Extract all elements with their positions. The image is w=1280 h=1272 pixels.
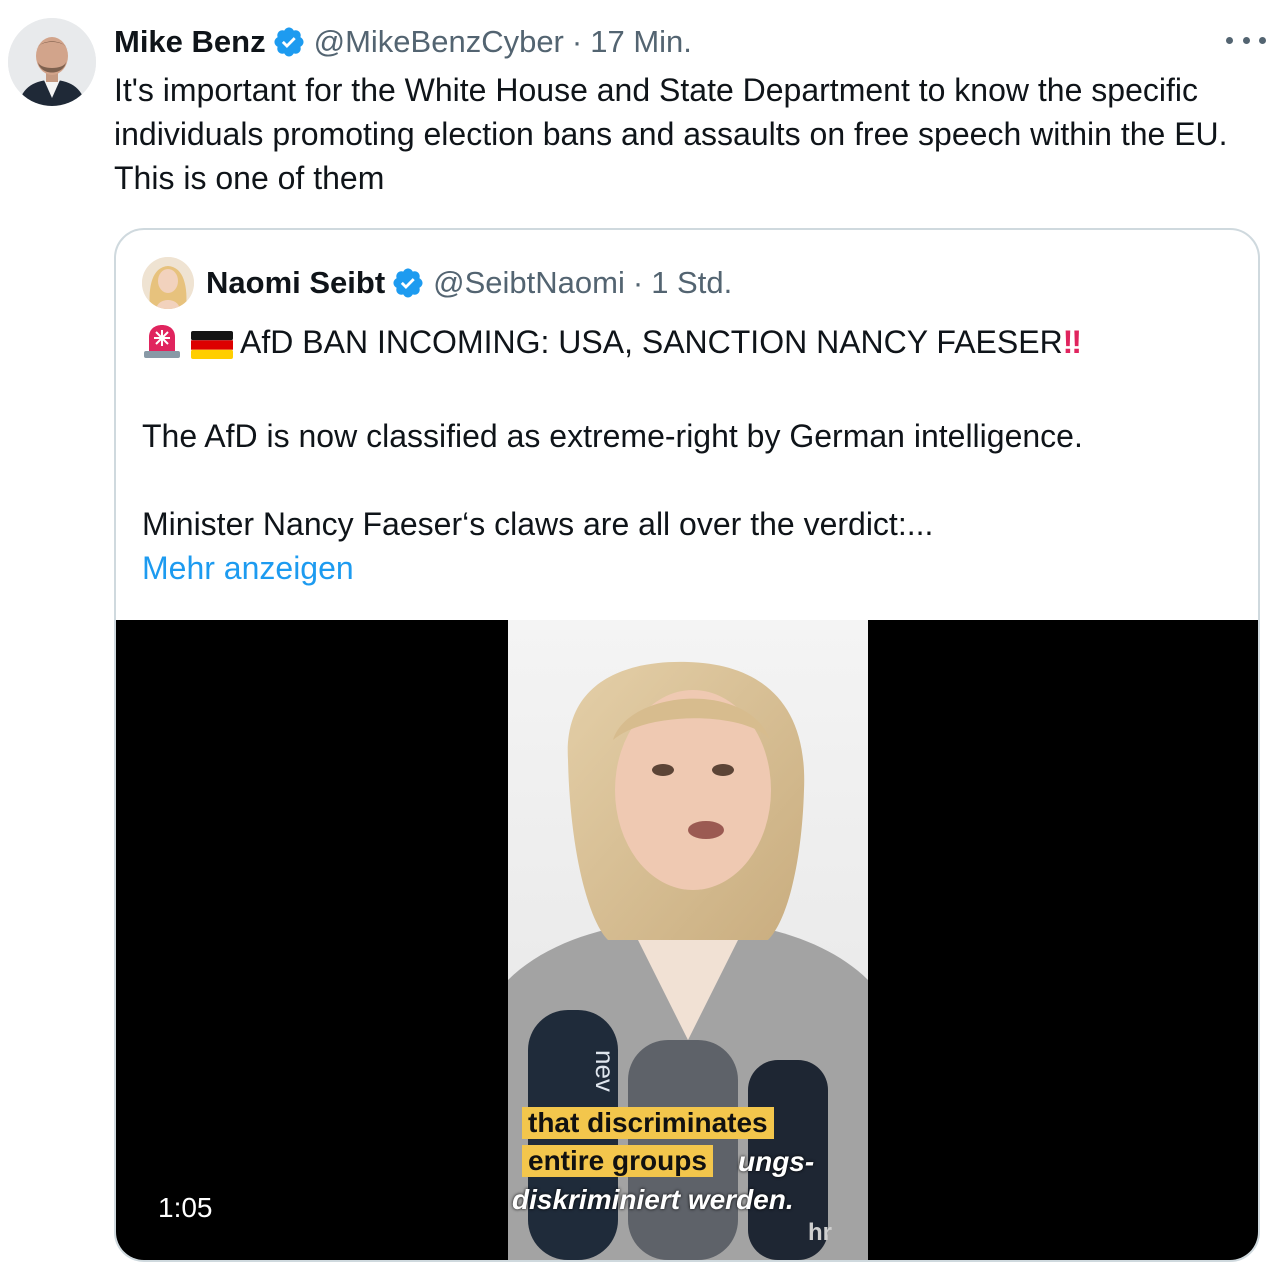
subtitle-en-line-1: that discriminates xyxy=(522,1107,774,1139)
quote-headline: AfD BAN INCOMING: USA, SANCTION NANCY FA… xyxy=(240,324,1063,360)
tweet-text: It's important for the White House and S… xyxy=(114,72,1228,196)
quote-author-handle[interactable]: @SeibtNaomi xyxy=(433,265,625,301)
quote-timestamp[interactable]: 1 Std. xyxy=(651,265,732,301)
more-options-icon[interactable] xyxy=(1226,24,1266,56)
verified-badge-icon xyxy=(272,25,306,59)
author-handle[interactable]: @MikeBenzCyber xyxy=(314,24,564,60)
channel-logo: hr xyxy=(808,1219,832,1246)
subtitle-de-line-2: diskriminiert werden. xyxy=(512,1184,794,1215)
quote-line-1: AfD BAN INCOMING: USA, SANCTION NANCY FA… xyxy=(142,320,1232,370)
video-duration: 1:05 xyxy=(158,1192,213,1223)
show-more-link[interactable]: Mehr anzeigen xyxy=(142,546,1232,590)
tweet-timestamp[interactable]: 17 Min. xyxy=(590,24,692,60)
video-frame: nev hr that discriminates entire groups … xyxy=(508,620,868,1260)
author-name[interactable]: Mike Benz xyxy=(114,24,266,60)
video-player[interactable]: nev hr that discriminates entire groups … xyxy=(116,620,1258,1260)
separator-dot: · xyxy=(632,265,644,300)
quote-body: AfD BAN INCOMING: USA, SANCTION NANCY FA… xyxy=(142,320,1232,590)
subtitle-en-line-2: entire groups xyxy=(522,1145,713,1177)
verified-badge-icon xyxy=(391,266,425,300)
quote-author-avatar[interactable] xyxy=(142,257,194,309)
tweet-header: Mike Benz @MikeBenzCyber · 17 Min. xyxy=(114,22,692,62)
author-avatar[interactable] xyxy=(8,18,96,106)
quote-line-3: Minister Nancy Faeser‘s claws are all ov… xyxy=(142,506,934,542)
double-exclamation-emoji: ‼ xyxy=(1062,324,1082,360)
mic-label: nev xyxy=(590,1050,620,1092)
quote-header: Naomi Seibt @SeibtNaomi · 1 Std. xyxy=(142,256,732,310)
quote-line-2: The AfD is now classified as extreme-rig… xyxy=(142,418,1083,454)
quoted-tweet[interactable]: Naomi Seibt @SeibtNaomi · 1 Std. AfD BAN… xyxy=(114,228,1260,1262)
rotating-light-emoji xyxy=(142,323,182,370)
separator-dot: · xyxy=(571,24,583,59)
subtitle-de-line-1: ungs- xyxy=(738,1146,815,1177)
germany-flag-emoji xyxy=(190,326,233,370)
quote-author-name[interactable]: Naomi Seibt xyxy=(206,265,385,301)
